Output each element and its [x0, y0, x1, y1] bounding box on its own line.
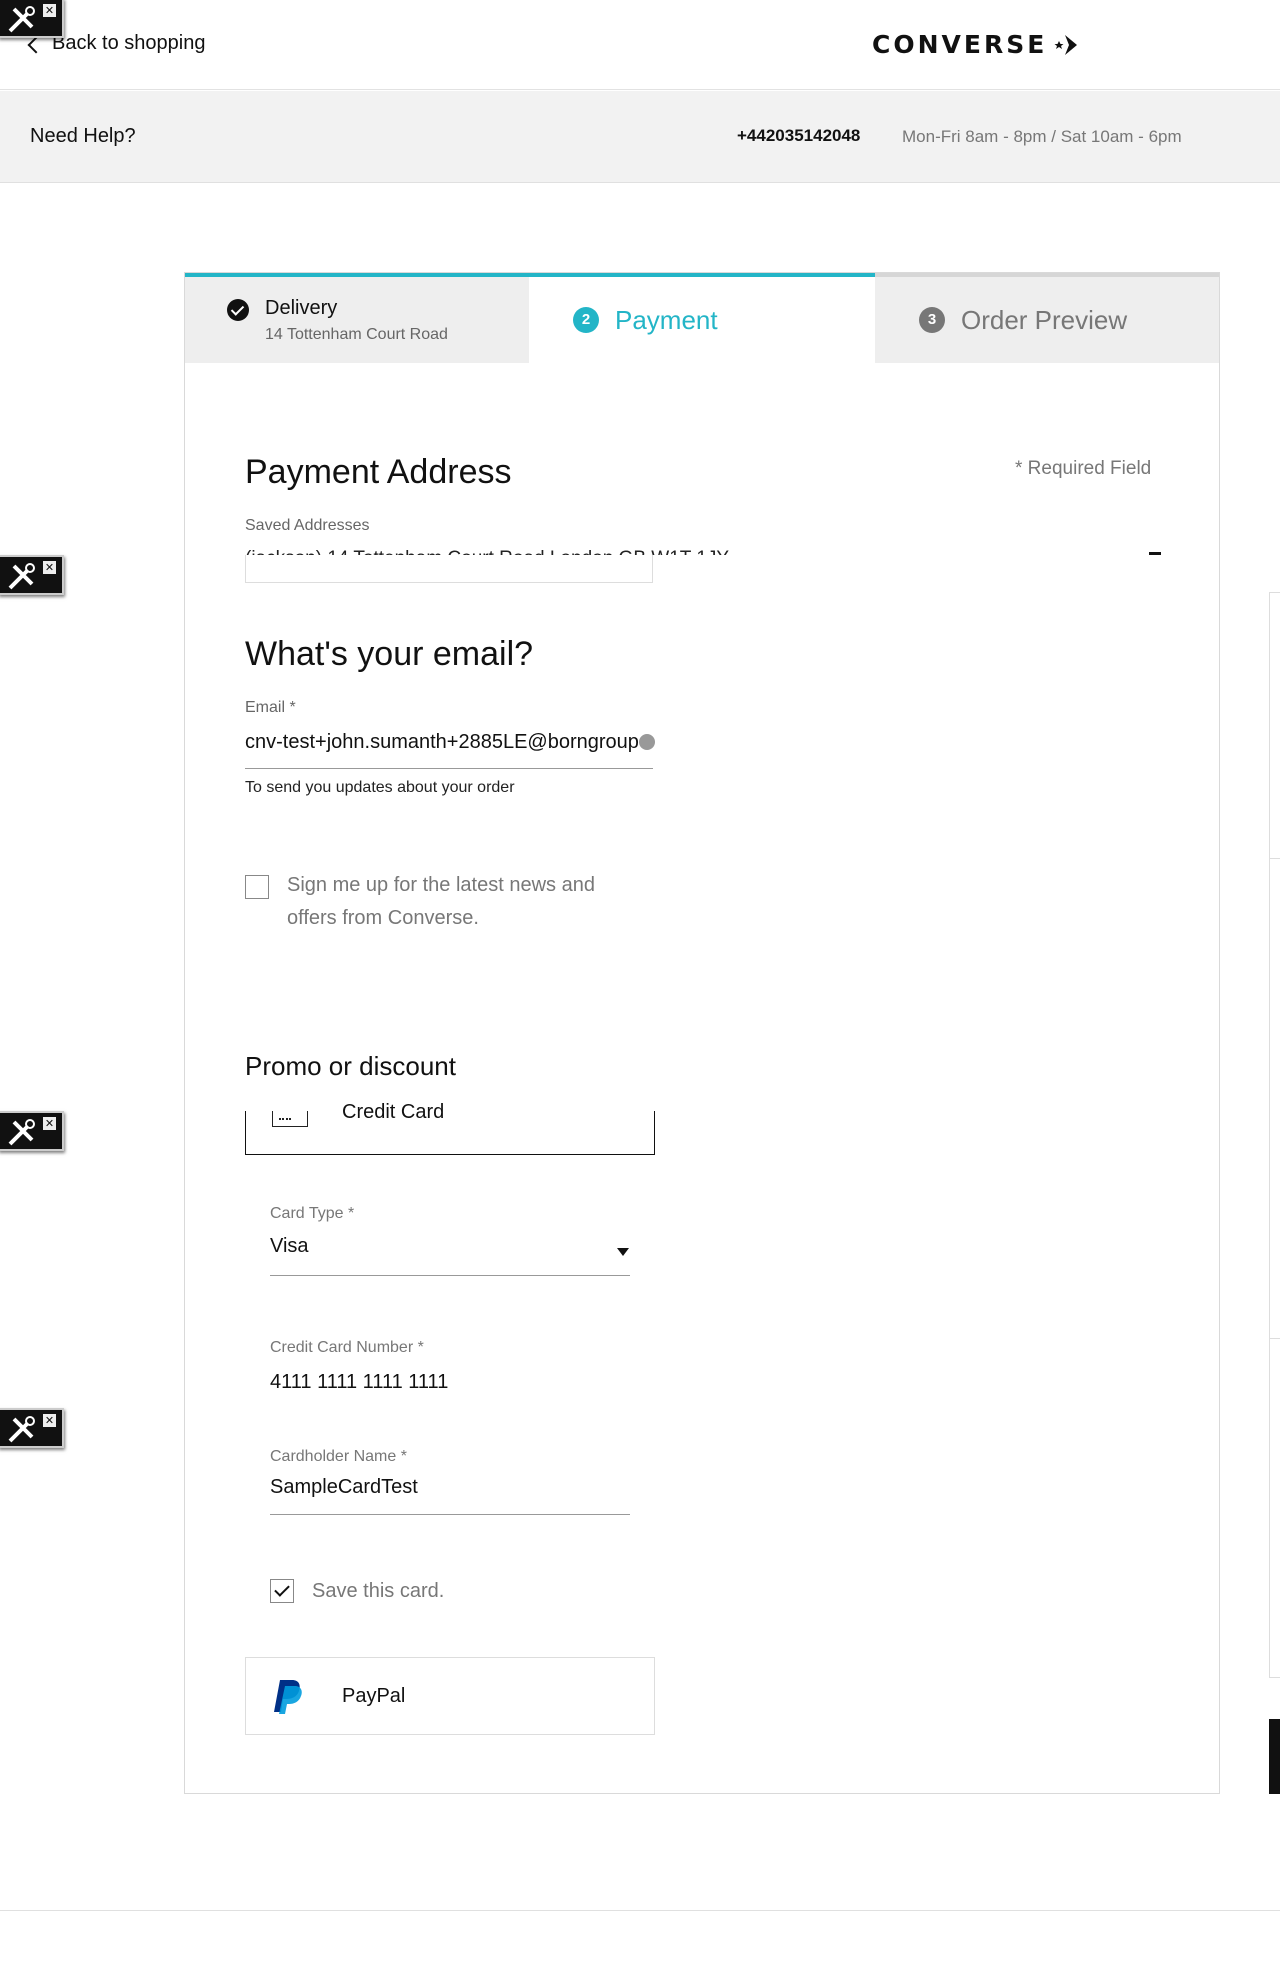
paypal-label: PayPal [342, 1685, 406, 1707]
email-section-title: What's your email? [245, 635, 534, 673]
newsletter-checkbox[interactable] [245, 875, 269, 899]
help-bar: Need Help? +442035142048 Mon-Fri 8am - 8… [0, 91, 1280, 183]
dropdown-arrow-icon[interactable] [1149, 552, 1161, 555]
chevron-left-icon [27, 36, 45, 53]
credit-card-option[interactable]: Credit Card [245, 1101, 655, 1155]
order-summary-edge [1269, 592, 1280, 858]
chevron-star-icon [1054, 34, 1078, 55]
order-summary-edge [1269, 1338, 1280, 1678]
step-order-preview-label: Order Preview [961, 305, 1128, 335]
checkout-panel: Delivery 14 Tottenham Court Road 2 Payme… [184, 272, 1220, 1794]
card-type-label: Card Type * [270, 1205, 355, 1222]
cardholder-name-underline [270, 1514, 630, 1515]
close-icon[interactable]: ✕ [43, 1414, 56, 1427]
saved-addresses-select[interactable]: (jackson) 14 Tottenham Court Road London… [245, 543, 745, 555]
top-header: Back to shopping CONVERSE [0, 0, 1280, 90]
card-number-field[interactable]: 4111 1111 1111 1111 [270, 1371, 630, 1394]
required-field-note: * Required Field [1015, 458, 1152, 479]
help-hours: Mon-Fri 8am - 8pm / Sat 10am - 6pm [902, 127, 1182, 146]
step-order-preview[interactable]: 3 Order Preview [875, 273, 1219, 363]
cardholder-name-field[interactable]: SampleCardTest [270, 1476, 630, 1499]
step-delivery-label: Delivery [265, 297, 338, 319]
newsletter-label-line-1: Sign me up for the latest news and [287, 874, 595, 896]
email-field[interactable]: cnv-test+john.sumanth+2885LE@borngroup [245, 731, 653, 769]
newsletter-label[interactable]: Sign me up for the latest news and offer… [287, 869, 595, 935]
email-label: Email * [245, 699, 296, 716]
email-helper-text: To send you updates about your order [245, 779, 515, 796]
close-icon[interactable]: ✕ [43, 1117, 56, 1130]
step-number-2-icon: 2 [573, 307, 599, 333]
devtools-badge[interactable]: ✕ [0, 1111, 64, 1151]
step-delivery-address: 14 Tottenham Court Road [265, 326, 448, 343]
payment-address-title: Payment Address [245, 453, 512, 491]
step-number-3-icon: 3 [919, 307, 945, 333]
saved-addresses-field-box [245, 555, 653, 583]
card-number-label: Credit Card Number * [270, 1339, 424, 1356]
logo-text: CONVERSE [872, 30, 1048, 59]
check-circle-icon [227, 299, 249, 321]
order-summary-edge [1269, 858, 1280, 1338]
paypal-icon [274, 1680, 302, 1714]
tools-icon [8, 6, 35, 33]
cardholder-name-label: Cardholder Name * [270, 1448, 407, 1465]
devtools-badge[interactable]: ✕ [0, 0, 64, 38]
card-type-select[interactable]: Visa [270, 1235, 630, 1258]
newsletter-label-line-2: offers from Converse. [287, 907, 479, 929]
close-icon[interactable]: ✕ [43, 4, 56, 17]
save-card-label[interactable]: Save this card. [312, 1575, 444, 1608]
converse-logo[interactable]: CONVERSE [872, 30, 1081, 59]
dropdown-arrow-icon[interactable] [617, 1248, 629, 1256]
step-payment-label: Payment [615, 305, 718, 335]
devtools-badge[interactable]: ✕ [0, 1408, 64, 1448]
place-order-button-edge[interactable] [1269, 1719, 1280, 1794]
save-card-checkbox[interactable] [270, 1579, 294, 1603]
tools-icon [8, 1119, 35, 1146]
autofill-icon[interactable] [639, 734, 655, 750]
help-title: Need Help? [30, 125, 136, 147]
credit-card-label: Credit Card [342, 1101, 445, 1123]
card-type-underline [270, 1275, 630, 1276]
footer-divider [0, 1910, 1280, 1911]
saved-addresses-label: Saved Addresses [245, 517, 370, 534]
checkout-steps: Delivery 14 Tottenham Court Road 2 Payme… [185, 273, 1219, 363]
back-to-shopping-label: Back to shopping [52, 32, 206, 54]
step-payment[interactable]: 2 Payment [529, 273, 875, 363]
promo-title: Promo or discount [245, 1051, 456, 1081]
tools-icon [8, 1416, 35, 1443]
credit-card-icon [272, 1111, 308, 1127]
devtools-badge[interactable]: ✕ [0, 555, 64, 595]
help-phone-number[interactable]: +442035142048 [737, 126, 860, 146]
tools-icon [8, 563, 35, 590]
step-delivery[interactable]: Delivery 14 Tottenham Court Road [185, 273, 529, 363]
paypal-option[interactable]: PayPal [245, 1657, 655, 1735]
close-icon[interactable]: ✕ [43, 561, 56, 574]
